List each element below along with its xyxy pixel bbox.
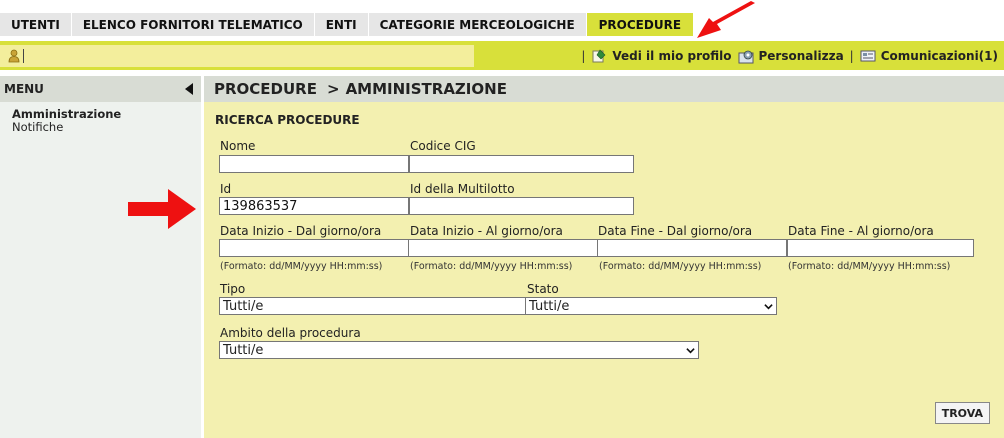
data-fine-dal-input[interactable] <box>597 239 787 257</box>
nome-input[interactable] <box>219 155 409 173</box>
id-label: Id <box>220 182 232 196</box>
sidebar: MENU Amministrazione Notifiche <box>0 76 201 438</box>
trova-button[interactable]: TROVA <box>934 402 990 424</box>
messages-icon <box>860 50 876 61</box>
breadcrumb-section[interactable]: PROCEDURE <box>214 80 317 98</box>
tab-categorie-merceologiche[interactable]: CATEGORIE MERCEOLOGICHE <box>368 13 587 36</box>
date-format-hint: (Formato: dd/MM/yyyy HH:mm:ss) <box>410 261 573 272</box>
tipo-label: Tipo <box>220 282 246 296</box>
data-fine-dal-label: Data Fine - Dal giorno/ora <box>598 224 753 238</box>
link-separator: | <box>581 48 586 63</box>
date-format-hint: (Formato: dd/MM/yyyy HH:mm:ss) <box>599 261 762 272</box>
menu-header: MENU <box>0 76 201 102</box>
menu-title: MENU <box>4 82 44 96</box>
messages-label: Comunicazioni(1) <box>880 48 998 63</box>
user-icon <box>8 49 20 63</box>
settings-icon <box>738 50 753 63</box>
view-profile-label: Vedi il mio profilo <box>612 48 732 63</box>
codice-cig-input[interactable] <box>409 155 634 173</box>
red-arrow-icon <box>128 189 196 229</box>
breadcrumb-separator: > <box>326 80 340 98</box>
customize-link[interactable]: Personalizza <box>738 48 844 64</box>
user-field <box>0 45 474 67</box>
multilotto-label: Id della Multilotto <box>410 182 515 196</box>
tipo-value: Tutti/e <box>223 298 264 314</box>
customize-label: Personalizza <box>758 48 844 63</box>
breadcrumb-page: AMMINISTRAZIONE <box>345 80 507 98</box>
data-inizio-dal-input[interactable] <box>219 239 409 257</box>
messages-link[interactable]: Comunicazioni(1) <box>860 48 998 64</box>
view-profile-link[interactable]: Vedi il mio profilo <box>591 48 732 64</box>
top-nav: UTENTI ELENCO FORNITORI TELEMATICO ENTI … <box>0 13 1004 36</box>
tab-procedure[interactable]: PROCEDURE <box>586 13 695 36</box>
multilotto-input[interactable] <box>409 197 634 215</box>
data-inizio-dal-label: Data Inizio - Dal giorno/ora <box>220 224 382 238</box>
user-links: | Vedi il mio profilo Personalizza | Com… <box>581 41 998 70</box>
ambito-value: Tutti/e <box>223 342 264 358</box>
ambito-select[interactable]: Tutti/e <box>219 341 699 359</box>
stato-select[interactable]: Tutti/e <box>525 297 777 315</box>
red-arrow-icon <box>697 1 755 38</box>
chevron-down-icon <box>686 347 695 353</box>
data-inizio-al-input[interactable] <box>408 239 598 257</box>
date-format-hint: (Formato: dd/MM/yyyy HH:mm:ss) <box>788 261 951 272</box>
chevron-down-icon <box>764 303 773 309</box>
stato-label: Stato <box>527 282 559 296</box>
sidebar-item-notifiche[interactable]: Notifiche <box>0 121 201 134</box>
cig-label: Codice CIG <box>410 139 476 153</box>
date-format-hint: (Formato: dd/MM/yyyy HH:mm:ss) <box>220 261 383 272</box>
user-bar: | Vedi il mio profilo Personalizza | Com… <box>0 41 1004 70</box>
tab-elenco-fornitori[interactable]: ELENCO FORNITORI TELEMATICO <box>71 13 315 36</box>
search-title: RICERCA PROCEDURE <box>215 113 360 127</box>
link-separator: | <box>849 48 854 63</box>
text-cursor <box>23 49 24 63</box>
data-inizio-al-label: Data Inizio - Al giorno/ora <box>410 224 563 238</box>
ambito-label: Ambito della procedura <box>220 326 361 340</box>
profile-icon <box>592 49 606 62</box>
tab-enti[interactable]: ENTI <box>314 13 369 36</box>
stato-value: Tutti/e <box>529 298 570 314</box>
breadcrumb: PROCEDURE > AMMINISTRAZIONE <box>204 76 1004 102</box>
nome-label: Nome <box>220 139 256 153</box>
tab-utenti[interactable]: UTENTI <box>0 13 72 36</box>
collapse-arrow-icon[interactable] <box>185 83 193 95</box>
main-content: PROCEDURE > AMMINISTRAZIONE RICERCA PROC… <box>204 76 1004 438</box>
id-input[interactable] <box>219 197 409 215</box>
tipo-select[interactable]: Tutti/e <box>219 297 526 315</box>
data-fine-al-input[interactable] <box>787 239 974 257</box>
data-fine-al-label: Data Fine - Al giorno/ora <box>788 224 934 238</box>
